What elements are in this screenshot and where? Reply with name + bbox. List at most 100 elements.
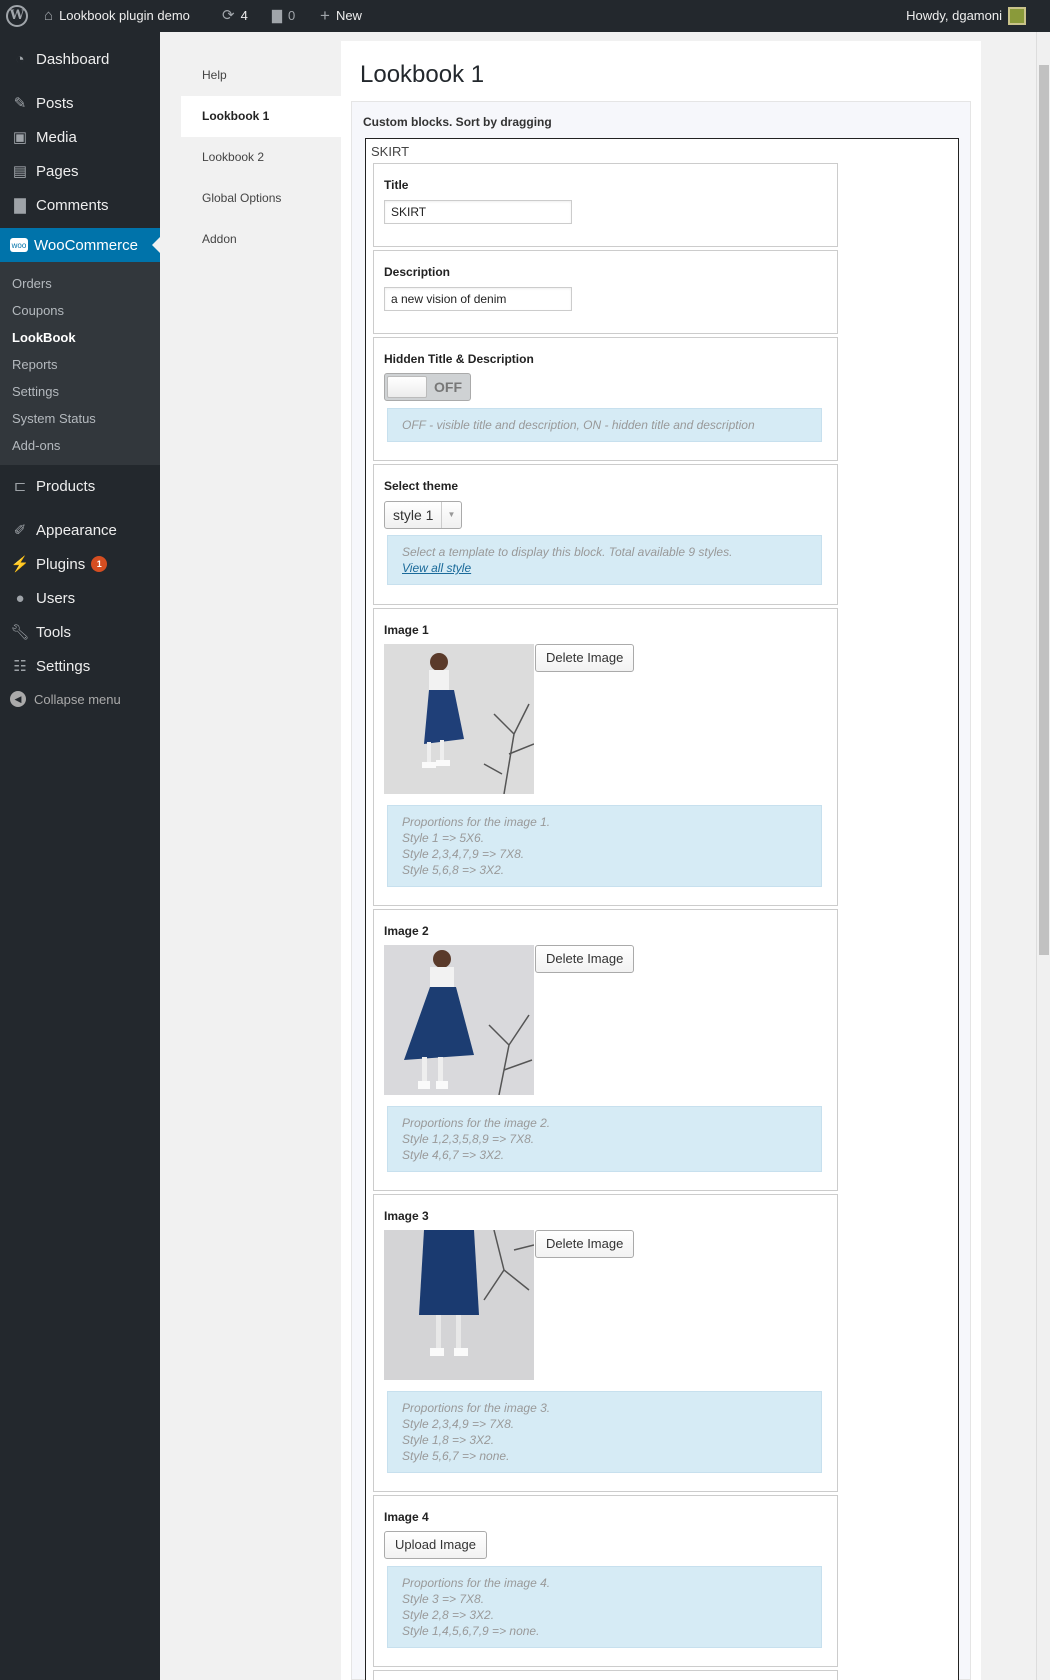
sort-hint: Custom blocks. Sort by dragging bbox=[363, 115, 552, 129]
menu-pages[interactable]: ▤ Pages bbox=[0, 154, 160, 188]
tab-lookbook-1[interactable]: Lookbook 1 bbox=[181, 96, 341, 137]
menu-media[interactable]: ▣ Media bbox=[0, 120, 160, 154]
collapse-label: Collapse menu bbox=[34, 691, 121, 707]
menu-label: Tools bbox=[36, 623, 72, 641]
menu-tools[interactable]: 🔧︎ Tools bbox=[0, 615, 160, 649]
pages-icon: ▤ bbox=[12, 163, 28, 180]
tab-addon[interactable]: Addon bbox=[181, 219, 341, 260]
submenu-coupons[interactable]: Coupons bbox=[0, 297, 160, 324]
home-icon: ⌂ bbox=[44, 7, 54, 24]
collapse-arrow-icon: ◀ bbox=[10, 691, 26, 707]
image-1-info: Proportions for the image 1. Style 1 => … bbox=[387, 805, 822, 887]
site-name-link[interactable]: ⌂ Lookbook plugin demo bbox=[44, 0, 190, 32]
menu-label: Plugins bbox=[36, 555, 86, 573]
image-1-field: Image 1 Delete Image Proportions for the… bbox=[373, 608, 838, 906]
theme-info: Select a template to display this block.… bbox=[387, 535, 822, 585]
image-1-thumbnail bbox=[384, 644, 534, 794]
image-3-field: Image 3 Delete Image Proportions for the… bbox=[373, 1194, 838, 1492]
tab-help[interactable]: Help bbox=[181, 55, 341, 96]
avatar bbox=[1008, 7, 1026, 25]
menu-label: Appearance bbox=[36, 521, 117, 539]
info-line: Style 1,2,3,5,8,9 => 7X8. bbox=[402, 1132, 535, 1146]
new-content-link[interactable]: + New bbox=[320, 0, 362, 32]
comments-link[interactable]: ▇ 0 bbox=[272, 0, 295, 32]
menu-users[interactable]: ● Users bbox=[0, 581, 160, 615]
info-line: Style 3 => 7X8. bbox=[402, 1592, 485, 1606]
comments-count: 0 bbox=[288, 8, 296, 23]
title-input[interactable]: SKIRT bbox=[384, 200, 572, 224]
submenu-system-status[interactable]: System Status bbox=[0, 405, 160, 432]
delete-image-2-button[interactable]: Delete Image bbox=[535, 945, 635, 973]
next-field bbox=[373, 1670, 838, 1680]
description-input[interactable]: a new vision of denim bbox=[384, 287, 572, 311]
menu-woocommerce[interactable]: woo WooCommerce bbox=[0, 228, 160, 262]
description-label: Description bbox=[384, 265, 451, 279]
delete-image-1-button[interactable]: Delete Image bbox=[535, 644, 635, 672]
menu-posts[interactable]: ✎ Posts bbox=[0, 86, 160, 120]
updates-link[interactable]: ⟳ 4 bbox=[222, 0, 248, 32]
tab-global-options[interactable]: Global Options bbox=[181, 178, 341, 219]
menu-label: Comments bbox=[36, 196, 109, 214]
menu-label: WooCommerce bbox=[34, 236, 138, 254]
menu-dashboard[interactable]: ◔ Dashboard bbox=[0, 42, 160, 76]
image-2-label: Image 2 bbox=[384, 924, 429, 938]
plugin-icon: ⚡ bbox=[10, 556, 30, 573]
submenu-add-ons[interactable]: Add-ons bbox=[0, 432, 160, 459]
sortable-block[interactable]: SKIRT Title SKIRT Description a new visi… bbox=[365, 138, 959, 1680]
upload-image-4-button[interactable]: Upload Image bbox=[384, 1531, 487, 1559]
menu-label: Settings bbox=[36, 657, 91, 675]
menu-label: Dashboard bbox=[36, 50, 110, 68]
site-name: Lookbook plugin demo bbox=[59, 8, 190, 23]
menu-appearance[interactable]: ✐ Appearance bbox=[0, 513, 160, 547]
info-line: Style 5,6,7 => none. bbox=[402, 1449, 510, 1463]
delete-image-3-button[interactable]: Delete Image bbox=[535, 1230, 635, 1258]
lookbook-tabs: Help Lookbook 1 Lookbook 2 Global Option… bbox=[181, 55, 341, 260]
submenu-settings[interactable]: Settings bbox=[0, 378, 160, 405]
info-line: Style 5,6,8 => 3X2. bbox=[402, 863, 505, 877]
collapse-menu-button[interactable]: ◀ Collapse menu bbox=[0, 683, 160, 715]
image-2-thumbnail bbox=[384, 945, 534, 1095]
description-field: Description a new vision of denim bbox=[373, 250, 838, 334]
custom-blocks-area: Custom blocks. Sort by dragging SKIRT Ti… bbox=[351, 101, 971, 1680]
admin-menu: ◔ Dashboard ✎ Posts ▣ Media ▤ Pages ▇ Co… bbox=[0, 32, 160, 1680]
menu-label: Posts bbox=[36, 94, 74, 112]
info-line: Style 1 => 5X6. bbox=[402, 831, 485, 845]
tab-lookbook-2[interactable]: Lookbook 2 bbox=[181, 137, 341, 178]
dashboard-icon: ◔ bbox=[15, 50, 25, 68]
info-line: Style 2,8 => 3X2. bbox=[402, 1608, 495, 1622]
info-line: Proportions for the image 3. bbox=[402, 1401, 551, 1415]
theme-field: Select theme style 1 ▼ Select a template… bbox=[373, 464, 838, 605]
updates-icon: ⟳ bbox=[222, 7, 235, 24]
menu-plugins[interactable]: ⚡ Plugins 1 bbox=[0, 547, 160, 581]
info-line: Style 1,8 => 3X2. bbox=[402, 1433, 495, 1447]
scrollbar-thumb[interactable] bbox=[1039, 65, 1049, 955]
comment-icon: ▇ bbox=[14, 197, 26, 214]
info-line: Proportions for the image 4. bbox=[402, 1576, 551, 1590]
toggle-knob bbox=[387, 376, 427, 398]
wordpress-logo-icon[interactable]: W bbox=[6, 5, 28, 27]
chevron-down-icon: ▼ bbox=[441, 502, 461, 528]
menu-products[interactable]: ⊏ Products bbox=[0, 469, 160, 503]
menu-label: Pages bbox=[36, 162, 79, 180]
page-scrollbar[interactable] bbox=[1036, 32, 1050, 1680]
hidden-title-field: Hidden Title & Description OFF OFF - vis… bbox=[373, 337, 838, 461]
account-menu[interactable]: Howdy, dgamoni bbox=[906, 0, 1026, 32]
media-icon: ▣ bbox=[12, 129, 28, 146]
image-4-info: Proportions for the image 4. Style 3 => … bbox=[387, 1566, 822, 1648]
menu-comments[interactable]: ▇ Comments bbox=[0, 188, 160, 222]
theme-select[interactable]: style 1 ▼ bbox=[384, 501, 462, 529]
block-name: SKIRT bbox=[371, 144, 410, 159]
submenu-lookbook[interactable]: LookBook bbox=[0, 324, 160, 351]
hidden-title-toggle[interactable]: OFF bbox=[384, 373, 471, 401]
info-line: Style 4,6,7 => 3X2. bbox=[402, 1148, 505, 1162]
wrench-icon: 🔧︎ bbox=[10, 624, 30, 641]
menu-settings[interactable]: ☷ Settings bbox=[0, 649, 160, 683]
view-all-style-link[interactable]: View all style bbox=[402, 561, 471, 575]
hidden-title-label: Hidden Title & Description bbox=[384, 352, 534, 366]
submenu-orders[interactable]: Orders bbox=[0, 270, 160, 297]
menu-label: Products bbox=[36, 477, 96, 495]
greeting: Howdy, dgamoni bbox=[906, 8, 1002, 23]
submenu-reports[interactable]: Reports bbox=[0, 351, 160, 378]
image-4-field: Image 4 Upload Image Proportions for the… bbox=[373, 1495, 838, 1667]
pin-icon: ✎ bbox=[13, 95, 27, 112]
